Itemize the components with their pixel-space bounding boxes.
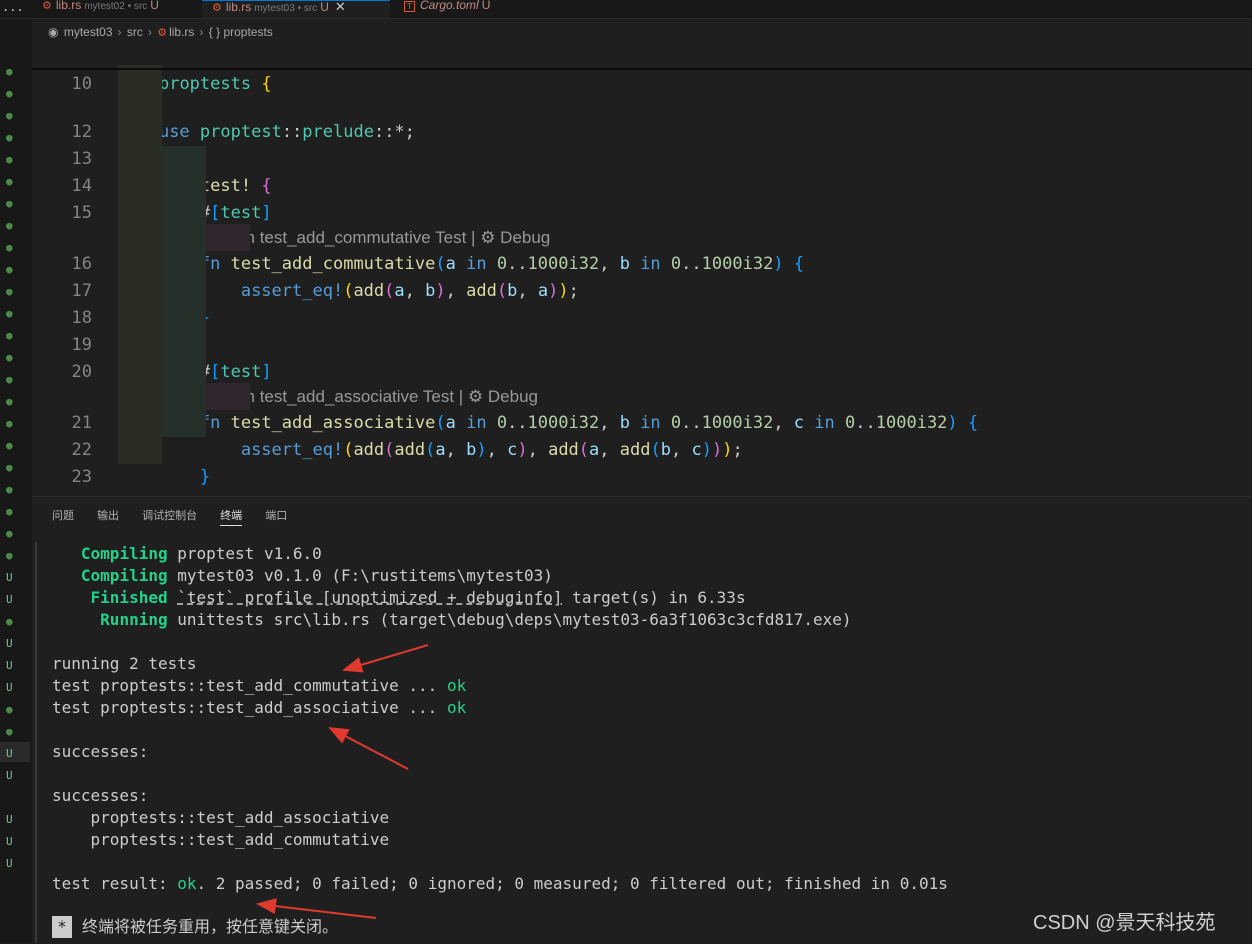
arrow-2: [328, 727, 409, 770]
arrow-1: [342, 644, 429, 673]
arrow-3: [256, 898, 377, 919]
watermark: CSDN @景天科技苑: [1033, 912, 1216, 934]
annotation-arrows: [256, 644, 429, 919]
